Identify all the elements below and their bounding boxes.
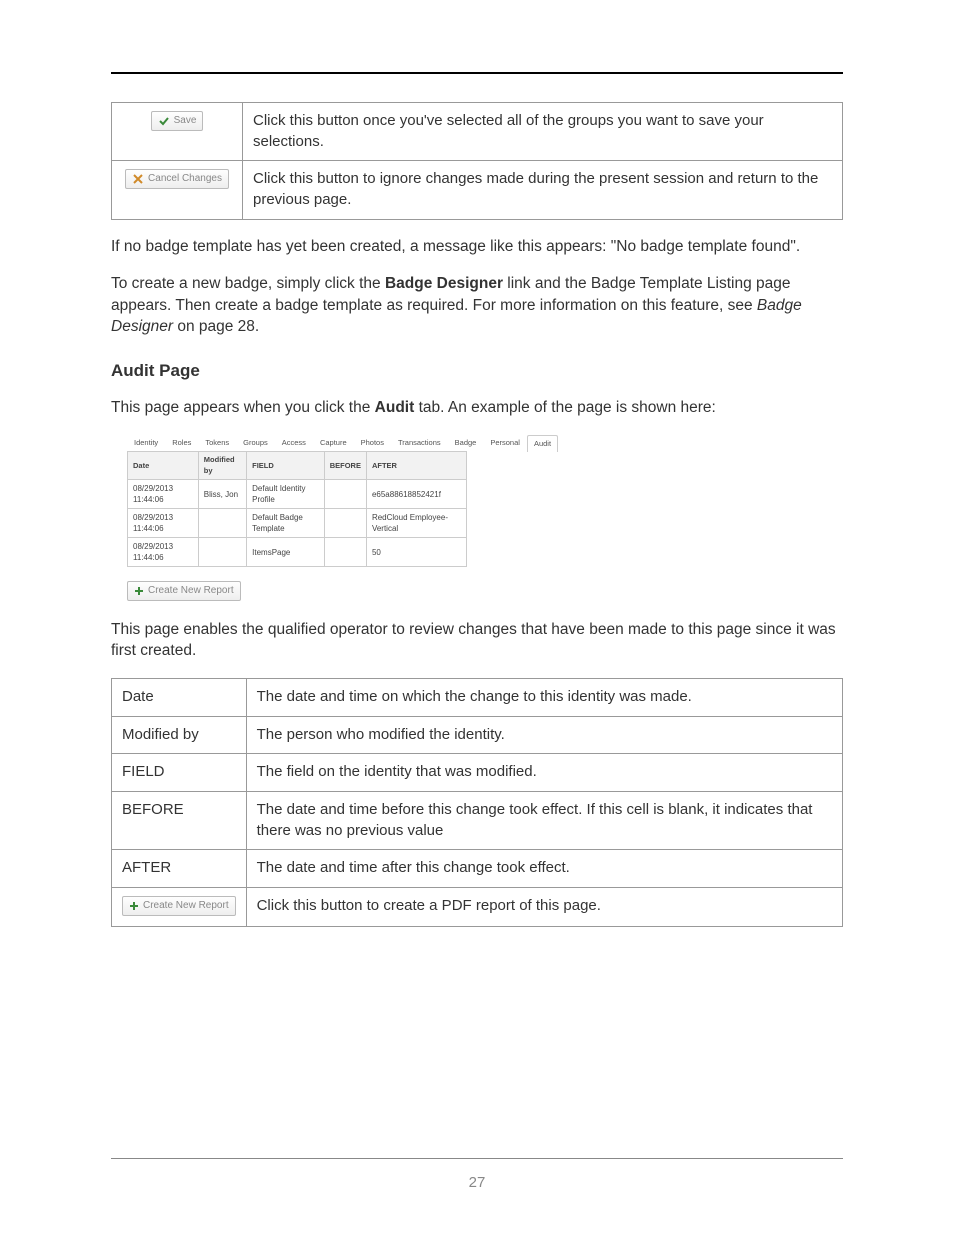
field-desc: The date and time before this change too… [246, 791, 842, 849]
create-report-button-image: Create New Report [122, 896, 236, 916]
mock-tab: Audit [527, 435, 558, 452]
audit-desc-paragraph: This page enables the qualified operator… [111, 619, 843, 662]
save-button-label: Save [174, 114, 197, 128]
save-button-image: Save [151, 111, 204, 131]
mock-tab: Tokens [198, 434, 236, 451]
field-desc: Click this button to create a PDF report… [246, 887, 842, 926]
create-report-button-image: Create New Report [127, 581, 241, 601]
mock-tab: Badge [448, 434, 484, 451]
audit-mock-table: DateModified byFIELDBEFOREAFTER 08/29/20… [127, 451, 467, 567]
cancel-icon [132, 173, 144, 185]
mock-tab: Access [275, 434, 313, 451]
mock-tab: Capture [313, 434, 354, 451]
audit-page-heading: Audit Page [111, 359, 843, 382]
field-name: FIELD [112, 754, 247, 792]
field-desc: The field on the identity that was modif… [246, 754, 842, 792]
mock-tab: Photos [354, 434, 391, 451]
no-template-paragraph: If no badge template has yet been create… [111, 236, 843, 257]
mock-tab: Personal [483, 434, 527, 451]
create-badge-paragraph: To create a new badge, simply click the … [111, 273, 843, 337]
cancel-button-image: Cancel Changes [125, 169, 229, 189]
field-desc: The date and time after this change took… [246, 850, 842, 888]
page-number: 27 [111, 1174, 843, 1191]
mock-tab: Transactions [391, 434, 448, 451]
audit-screenshot: IdentityRolesTokensGroupsAccessCapturePh… [127, 434, 467, 601]
plus-icon [129, 901, 139, 911]
mock-tab: Roles [165, 434, 198, 451]
cancel-button-desc: Click this button to ignore changes made… [243, 161, 843, 219]
mock-tab: Groups [236, 434, 275, 451]
field-desc: The date and time on which the change to… [246, 678, 842, 716]
audit-fields-table: DateThe date and time on which the chang… [111, 678, 843, 927]
save-button-desc: Click this button once you've selected a… [243, 103, 843, 161]
mock-tab: Identity [127, 434, 165, 451]
cancel-button-label: Cancel Changes [148, 172, 222, 186]
buttons-description-table: Save Click this button once you've selec… [111, 102, 843, 220]
audit-intro-paragraph: This page appears when you click the Aud… [111, 397, 843, 418]
field-name: BEFORE [112, 791, 247, 849]
field-desc: The person who modified the identity. [246, 716, 842, 754]
field-name: Date [112, 678, 247, 716]
field-name: Modified by [112, 716, 247, 754]
check-icon [158, 115, 170, 127]
plus-icon [134, 586, 144, 596]
field-name: AFTER [112, 850, 247, 888]
